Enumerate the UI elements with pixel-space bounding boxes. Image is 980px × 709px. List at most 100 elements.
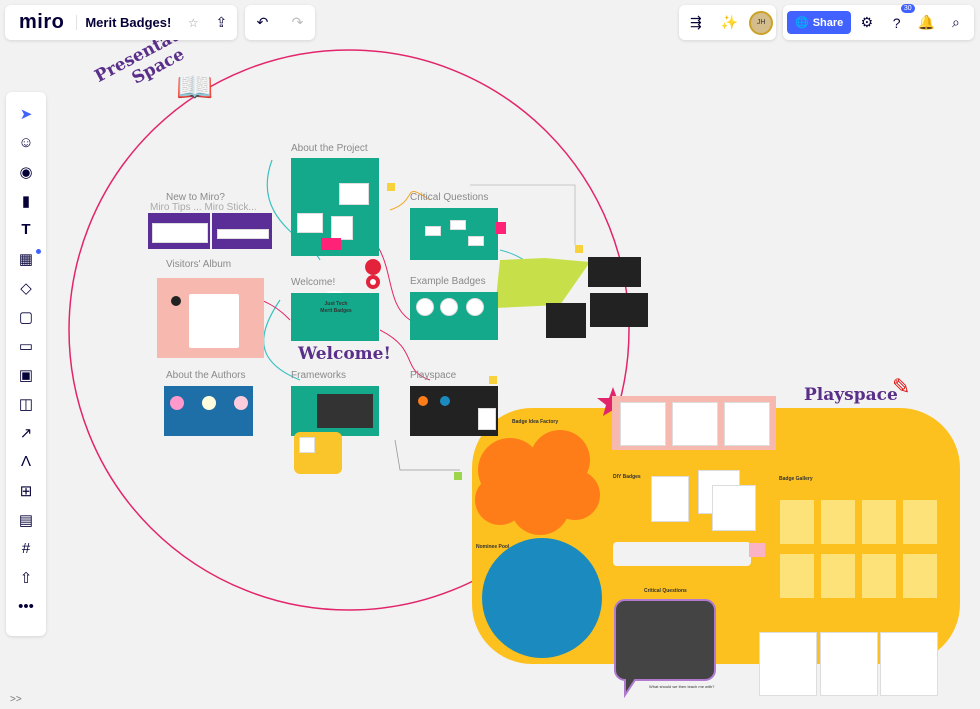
frame-about-authors[interactable]: [164, 386, 253, 436]
sticky-note[interactable]: [489, 376, 497, 384]
celebrate-icon[interactable]: ✨: [715, 9, 743, 37]
nominee-pool-circle: [482, 538, 602, 658]
board-header: miro Merit Badges! ☆ ⇪: [5, 5, 237, 40]
gallery-tile[interactable]: [780, 500, 814, 544]
frame-label-about-authors[interactable]: About the Authors: [166, 370, 246, 381]
frame-welcome[interactable]: Just Tech Merit Badges: [291, 293, 379, 341]
frame-label-welcome[interactable]: Welcome!: [291, 277, 335, 288]
framework-yellow-card[interactable]: [294, 432, 342, 474]
left-toolbar: ➤ ☺ ◉ ▮ T ▦ ◇ ▢ ▭ ▣ ◫ ↗ Λ ⊞ ▤ # ⇧ •••: [6, 92, 46, 636]
welcome-big-text: Welcome!: [298, 344, 391, 364]
what-should-label: What should we then teach me with?: [649, 684, 715, 689]
frame-label-visitors-album[interactable]: Visitors' Album: [166, 259, 231, 270]
bell-icon[interactable]: 🔔: [912, 9, 940, 37]
attention-icon[interactable]: ⇶: [682, 9, 710, 37]
sticky-note-icon[interactable]: ▢: [6, 302, 46, 331]
gallery-tile[interactable]: [903, 500, 937, 544]
frame-label-about-project[interactable]: About the Project: [291, 143, 368, 154]
frame-playspace[interactable]: [410, 386, 498, 436]
sticky-note[interactable]: [454, 472, 462, 480]
expand-panel-button[interactable]: >>: [10, 694, 22, 705]
badge-icon-strip[interactable]: [613, 542, 751, 566]
globe-icon: 🌐: [795, 17, 809, 29]
board-title[interactable]: Merit Badges!: [76, 15, 179, 30]
book-icon: 📖: [176, 71, 214, 104]
frame-new-to-miro[interactable]: [148, 213, 210, 249]
frame-label-example-badges[interactable]: Example Badges: [410, 276, 486, 287]
dark-card-2[interactable]: [546, 303, 586, 338]
gallery-tile[interactable]: [862, 500, 896, 544]
redo-icon[interactable]: ↷: [284, 9, 312, 37]
frame-visitors-album[interactable]: [157, 278, 264, 358]
layers-icon[interactable]: ▮: [6, 186, 46, 215]
notification-count: 30: [900, 3, 915, 13]
more-icon[interactable]: •••: [6, 592, 46, 621]
text-icon[interactable]: T: [6, 215, 46, 244]
share-bar: 🌐 Share ⚙ ? 30 🔔 ⌕: [783, 3, 974, 40]
badge-circle-text-1: Just Tech: [324, 301, 348, 307]
pink-note[interactable]: [749, 543, 765, 557]
example-badges-strip: [495, 258, 590, 308]
critical-questions-bubble: [614, 599, 716, 699]
stamp-icon[interactable]: ◉: [6, 157, 46, 186]
diy-card[interactable]: [651, 476, 689, 522]
sticky-stack[interactable]: [759, 632, 817, 696]
playspace-header-board[interactable]: [612, 396, 776, 450]
frame-label-playspace[interactable]: Playspace: [410, 370, 456, 381]
playspace-title: Playspace: [804, 385, 898, 405]
comment-icon[interactable]: ▤: [6, 505, 46, 534]
emoji-icon[interactable]: ☺: [6, 128, 46, 157]
cursor-icon[interactable]: ➤: [6, 99, 46, 128]
table-icon[interactable]: ▦: [6, 244, 46, 273]
star-icon[interactable]: ☆: [179, 9, 207, 37]
frame-icon[interactable]: #: [6, 534, 46, 563]
nominee-pool-label: Nominee Pool: [476, 544, 510, 550]
share-button[interactable]: 🌐 Share: [787, 11, 852, 34]
frame-frameworks[interactable]: [291, 386, 379, 436]
help-icon[interactable]: ? 30: [883, 3, 915, 37]
frame-label-frameworks[interactable]: Frameworks: [291, 370, 346, 381]
board-drawing: [68, 49, 960, 699]
sticky-stack[interactable]: [820, 632, 878, 696]
pen-icon[interactable]: Λ: [6, 447, 46, 476]
frame-label-critical-questions[interactable]: Critical Questions: [410, 192, 488, 203]
avatar[interactable]: JH: [749, 10, 774, 35]
gallery-tile[interactable]: [780, 554, 814, 598]
board-canvas[interactable]: Presentation Space 📖 About the Project N…: [0, 0, 980, 709]
critical-questions-label: Critical Questions: [644, 588, 687, 594]
frame-miro-tips[interactable]: [212, 213, 272, 249]
dark-card-1[interactable]: [588, 257, 641, 287]
undo-redo-bar: ↶ ↷: [245, 5, 315, 40]
gallery-tile[interactable]: [821, 554, 855, 598]
templates-icon[interactable]: ▣: [6, 360, 46, 389]
gallery-tile[interactable]: [862, 554, 896, 598]
shape-icon[interactable]: ◇: [6, 273, 46, 302]
sticky-stack[interactable]: [880, 632, 938, 696]
miro-logo[interactable]: miro: [5, 11, 76, 34]
sticky-note[interactable]: [387, 183, 395, 191]
diy-badges-label: DIY Badges: [613, 474, 641, 480]
frame-layout-icon[interactable]: ⊞: [6, 476, 46, 505]
dark-card-3[interactable]: [590, 293, 648, 327]
badge-circle-text-2: Merit Badges: [320, 308, 352, 314]
frame-about-project[interactable]: [291, 158, 379, 256]
diy-card[interactable]: [712, 485, 756, 531]
idea-factory-label: Badge Idea Factory: [512, 419, 559, 425]
undo-icon[interactable]: ↶: [249, 9, 277, 37]
badge-gallery-label: Badge Gallery: [779, 476, 813, 482]
gallery-tile[interactable]: [821, 500, 855, 544]
arrow-icon[interactable]: ↗: [6, 418, 46, 447]
upload-icon[interactable]: ⇧: [6, 563, 46, 592]
crayon-icon: ✎: [892, 374, 911, 399]
export-icon[interactable]: ⇪: [207, 9, 235, 37]
sticky-note[interactable]: [575, 245, 583, 253]
frame-label-miro-tips[interactable]: Miro Tips ... Miro Stick...: [150, 202, 257, 213]
gallery-tile[interactable]: [903, 554, 937, 598]
frame-critical-questions[interactable]: [410, 208, 506, 260]
search-icon[interactable]: ⌕: [942, 9, 970, 37]
card-icon[interactable]: ▭: [6, 331, 46, 360]
collab-bar: ⇶ ✨ JH: [679, 5, 776, 40]
kanban-icon[interactable]: ◫: [6, 389, 46, 418]
frame-example-badges[interactable]: [410, 292, 498, 340]
settings-sliders-icon[interactable]: ⚙: [853, 9, 881, 37]
